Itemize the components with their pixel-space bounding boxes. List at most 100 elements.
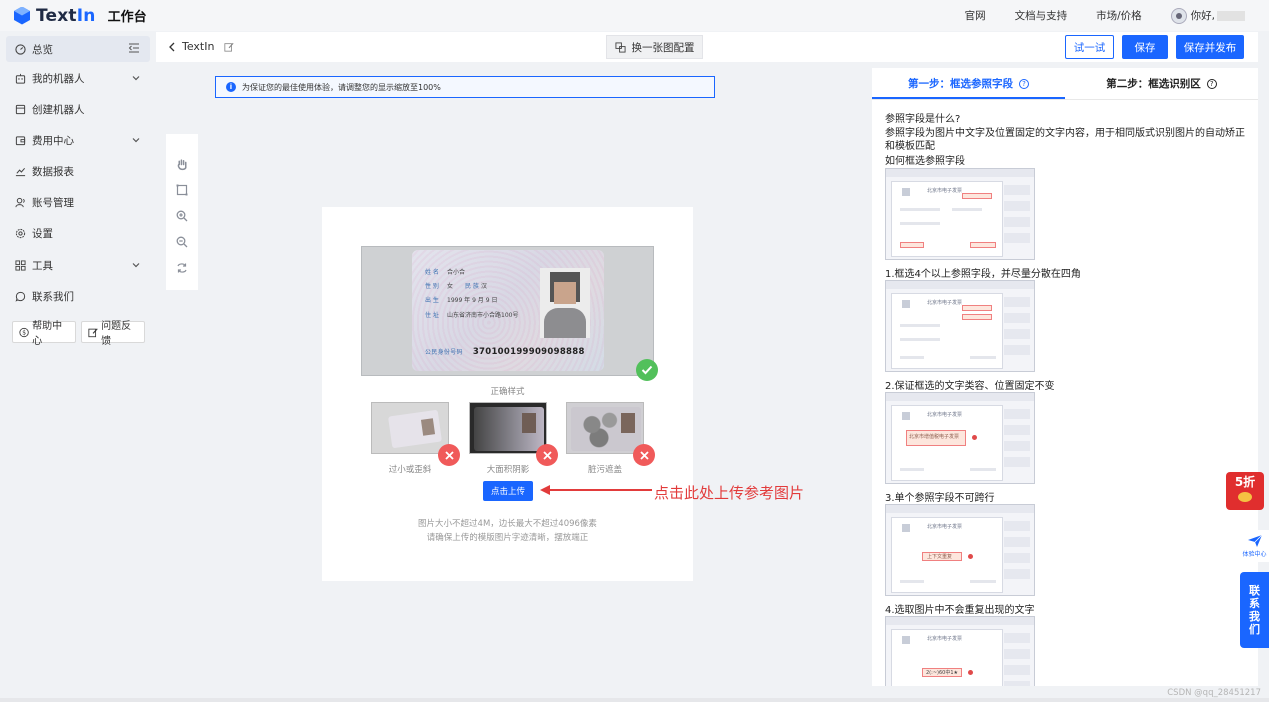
logo-text: TextIn	[36, 5, 96, 26]
help-center-button[interactable]: $ 帮助中心	[12, 321, 76, 347]
logo[interactable]: TextIn	[12, 6, 96, 26]
reset-view-icon[interactable]	[174, 260, 190, 276]
upload-tip-clarity: 请确保上传的模版图片字迹清晰，摆放端正	[426, 533, 589, 543]
how-to-select: 如何框选参照字段	[885, 156, 965, 167]
rectangle-select-icon[interactable]	[174, 182, 190, 198]
sidebar-item-label: 账号管理	[32, 196, 74, 209]
chart-icon	[14, 165, 26, 177]
sidebar-item-billing[interactable]: 费用中心	[6, 127, 150, 153]
upload-tip-size: 图片大小不超过4M，边长最大不超过4096像素	[418, 519, 597, 529]
sidebar-item-my-robots[interactable]: 我的机器人	[6, 65, 150, 91]
info-icon: i	[226, 82, 236, 92]
sidebar-item-settings[interactable]: 设置	[6, 220, 150, 246]
nav-docs-support[interactable]: 文档与支持	[1015, 8, 1068, 23]
tab-step2[interactable]: 第二步：框选识别区?	[1065, 68, 1258, 99]
collapse-sidebar-icon[interactable]	[128, 43, 140, 56]
sidebar-item-label: 联系我们	[32, 290, 74, 303]
wallet-icon	[14, 134, 26, 146]
dashboard-icon	[14, 43, 26, 55]
sidebar: 总览 我的机器人 创建机器人 费用中心 数据报表 账号管理 设置 工具 联系我们…	[0, 31, 150, 702]
bad-label-small: 过小或歪斜	[388, 465, 432, 475]
logo-cube-icon	[12, 6, 32, 26]
top-nav: 官网 文档与支持 市场/价格 你好,	[965, 0, 1269, 31]
sample-image-3: 北京市电子发票 北京市增值税电子发票	[885, 392, 1035, 484]
sidebar-item-tools[interactable]: 工具	[6, 252, 150, 278]
correct-style-label: 正确样式	[490, 387, 525, 397]
discount-promo-badge[interactable]: 5折	[1226, 472, 1264, 510]
sidebar-item-label: 费用中心	[32, 134, 74, 147]
canvas-toolbar	[166, 134, 198, 290]
bad-example-dirty	[566, 402, 644, 454]
swap-image-icon	[614, 41, 626, 53]
nav-official-site[interactable]: 官网	[965, 8, 986, 23]
annotation-arrow	[540, 485, 652, 495]
edit-name-icon	[224, 42, 235, 52]
contact-us-button[interactable]: 联 系 我 们	[1240, 572, 1269, 648]
zoom-out-icon[interactable]	[174, 234, 190, 250]
sidebar-item-account[interactable]: 账号管理	[6, 189, 150, 215]
help-buttons: $ 帮助中心 问题反馈	[12, 321, 150, 347]
nav-market-price[interactable]: 市场/价格	[1096, 8, 1142, 23]
check-icon	[636, 359, 658, 381]
sidebar-item-contact[interactable]: 联系我们	[6, 283, 150, 309]
top-bar: TextIn 工作台 官网 文档与支持 市场/价格 你好,	[0, 0, 1269, 31]
tab-step1[interactable]: 第一步：框选参照字段?	[872, 68, 1065, 99]
user-menu[interactable]: 你好,	[1170, 7, 1245, 24]
avatar	[1170, 7, 1187, 24]
chat-icon	[14, 290, 26, 302]
upload-button[interactable]: 点击上传	[483, 481, 533, 501]
editor-header: TextIn 换一张图配置 试一试 保存 保存并发布	[156, 32, 1258, 62]
ref-field-question: 参照字段是什么?	[885, 114, 961, 125]
annotation-text: 点击此处上传参考图片	[654, 484, 805, 502]
save-publish-button[interactable]: 保存并发布	[1176, 35, 1244, 59]
sample-image-5: 北京市电子发票 2(:~)60中1★	[885, 616, 1035, 686]
sample-image-1: 北京市电子发票	[885, 168, 1035, 260]
sample-image-4: 北京市电子发票 上下文重复	[885, 504, 1035, 596]
help-icon: $	[19, 327, 29, 337]
zoom-in-icon[interactable]	[174, 208, 190, 224]
create-icon	[14, 103, 26, 115]
greeting-text: 你好,	[1190, 10, 1215, 22]
ref-field-desc: 参照字段为图片中文字及位置固定的文字内容，用于相同版式识别图片的自动矫正和模板匹…	[885, 128, 1245, 152]
swap-image-button[interactable]: 换一张图配置	[606, 35, 703, 59]
sidebar-item-label: 数据报表	[32, 165, 74, 178]
chevron-left-icon	[169, 42, 175, 51]
pixelated-portrait	[540, 268, 590, 338]
chevron-down-icon	[132, 134, 140, 146]
chevron-down-icon	[132, 259, 140, 271]
guide-panel: 第一步：框选参照字段? 第二步：框选识别区? 参照字段是什么? 参照字段为图片中…	[872, 68, 1258, 686]
experience-center-button[interactable]: 体验中心	[1240, 530, 1269, 562]
help-circle-icon: ?	[1019, 78, 1029, 89]
robot-icon	[14, 72, 26, 84]
sidebar-item-create-robot[interactable]: 创建机器人	[6, 96, 150, 122]
upload-card: 姓 名合小合 性 别女民 族汉 出 生 1999 年 9 月 9 日 住 址山东省…	[322, 207, 693, 581]
sidebar-item-label: 设置	[32, 227, 53, 240]
canvas-area: i 为保证您的最佳使用体验，请调整您的显示缩放至100% 姓 名合小合 性 别女…	[156, 64, 866, 686]
hand-pan-icon[interactable]	[174, 156, 190, 172]
sidebar-item-label: 创建机器人	[32, 103, 85, 116]
paper-plane-icon	[1247, 534, 1262, 547]
chevron-down-icon	[132, 72, 140, 84]
account-icon	[14, 196, 26, 208]
zoom-notice: i 为保证您的最佳使用体验，请调整您的显示缩放至100%	[215, 76, 715, 98]
robot-name: TextIn	[182, 40, 215, 53]
blurred-username	[1217, 10, 1245, 21]
edit-icon	[88, 327, 98, 337]
workspace-title: 工作台	[107, 10, 147, 25]
sidebar-item-overview[interactable]: 总览	[6, 36, 150, 62]
bad-example-shadow	[469, 402, 547, 454]
grid-icon	[14, 259, 26, 271]
coin-icon	[1238, 492, 1252, 502]
bad-example-small	[371, 402, 449, 454]
try-button[interactable]: 试一试	[1065, 35, 1114, 59]
id-card-example: 姓 名合小合 性 别女民 族汉 出 生 1999 年 9 月 9 日 住 址山东省…	[412, 250, 604, 371]
bad-label-shadow: 大面积阴影	[486, 465, 530, 475]
sample-image-2: 北京市电子发票	[885, 280, 1035, 372]
back-link[interactable]: TextIn	[168, 40, 235, 53]
feedback-button[interactable]: 问题反馈	[81, 321, 145, 347]
notice-text: 为保证您的最佳使用体验，请调整您的显示缩放至100%	[242, 82, 441, 92]
sidebar-item-label: 工具	[32, 259, 53, 272]
watermark: CSDN @qq_28451217	[1167, 688, 1261, 698]
save-button[interactable]: 保存	[1122, 35, 1168, 59]
sidebar-item-reports[interactable]: 数据报表	[6, 158, 150, 184]
